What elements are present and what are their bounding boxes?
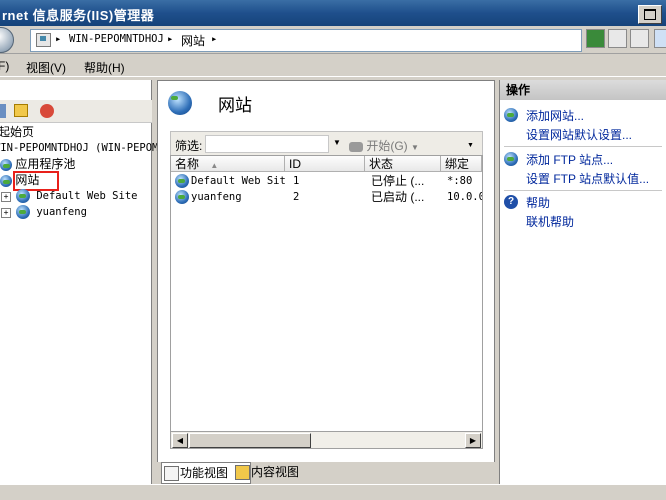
- page-title: 网站: [218, 96, 252, 115]
- filter-bar: 筛选: ▼ 开始(G) ▼ ▼: [170, 131, 483, 157]
- tab-content-view[interactable]: 内容视图: [233, 462, 327, 482]
- ftp-defaults-link[interactable]: 设置 FTP 站点默认值...: [526, 170, 649, 187]
- filter-label: 筛选:: [175, 139, 203, 153]
- disconnect-icon[interactable]: [40, 104, 54, 118]
- scroll-right-icon[interactable]: ▶: [465, 433, 481, 448]
- folder-icon[interactable]: [14, 104, 28, 117]
- menu-file[interactable]: F): [0, 59, 9, 73]
- globe-icon: [16, 189, 30, 203]
- crumb-separator-icon: ▸: [55, 33, 62, 45]
- binoculars-icon: [349, 141, 363, 152]
- globe-icon: [16, 205, 30, 219]
- expand-icon[interactable]: +: [1, 192, 11, 202]
- divider: [504, 146, 662, 147]
- tree-item-label: 起始页: [0, 125, 35, 139]
- expand-icon[interactable]: +: [1, 208, 11, 218]
- scroll-thumb[interactable]: [189, 433, 311, 448]
- sites-table: 名称 ▲ ID 状态 绑定 Default Web Site 1 已停止 (..…: [170, 155, 483, 449]
- sites-panel: 网站 筛选: ▼ 开始(G) ▼ ▼ 名称 ▲ ID 状态 绑定 Default…: [157, 80, 495, 484]
- divider: [504, 190, 662, 191]
- address-bar[interactable]: ▸ WIN-PEPOMNTDHOJ ▸ 网站 ▸: [30, 29, 582, 52]
- column-header-status[interactable]: 状态: [365, 156, 441, 172]
- menu-bar: F) 视图(V) 帮助(H): [0, 55, 666, 77]
- tree-item-default-site[interactable]: + Default Web Site: [0, 188, 137, 204]
- features-view-icon: [164, 466, 179, 481]
- column-header-binding[interactable]: 绑定: [441, 156, 482, 172]
- connections-panel: 起始页 WIN-PEPOMNTDHOJ (WIN-PEPOM 应用程序池 网站 …: [0, 80, 158, 484]
- crumb-sites[interactable]: 网站: [181, 32, 205, 49]
- app-pool-icon: [0, 158, 12, 171]
- help-link[interactable]: 帮助: [526, 194, 550, 211]
- tree-item-label: Default Web Site: [36, 190, 138, 202]
- chevron-down-icon[interactable]: ▼: [331, 135, 343, 151]
- tree-item-app-pools[interactable]: 应用程序池: [0, 156, 75, 172]
- connections-toolbar: [0, 100, 152, 123]
- table-row[interactable]: Default Web Site 1 已停止 (... *:80: [171, 173, 482, 189]
- add-site-link[interactable]: 添加网站...: [526, 107, 584, 124]
- start-button[interactable]: 开始(G) ▼: [349, 137, 419, 154]
- globe-icon: [175, 174, 189, 188]
- actions-panel: 操作 添加网站... 设置网站默认设置... 添加 FTP 站点... 设置 F…: [499, 80, 666, 484]
- chevron-down-icon: ▼: [411, 143, 419, 152]
- address-row: ▸ WIN-PEPOMNTDHOJ ▸ 网站 ▸: [0, 26, 666, 54]
- actions-header: 操作: [500, 80, 666, 100]
- stop-icon[interactable]: [608, 29, 627, 48]
- back-button[interactable]: [0, 27, 14, 53]
- add-ftp-link[interactable]: 添加 FTP 站点...: [526, 151, 613, 168]
- window-title: rnet 信息服务(IIS)管理器: [2, 8, 155, 23]
- crumb-separator-icon: ▸: [211, 33, 218, 45]
- sort-asc-icon: ▲: [210, 161, 219, 170]
- sites-icon: [0, 174, 12, 187]
- home-icon[interactable]: [630, 29, 649, 48]
- start-label: 开始(G): [366, 139, 408, 153]
- tree-item-label: WIN-PEPOMNTDHOJ (WIN-PEPOM: [0, 142, 159, 154]
- column-header-name[interactable]: 名称 ▲: [171, 156, 285, 172]
- crumb-server[interactable]: WIN-PEPOMNTDHOJ: [69, 33, 164, 45]
- crumb-separator-icon: ▸: [167, 33, 174, 45]
- scroll-left-icon[interactable]: ◀: [172, 433, 188, 448]
- view-tabs: 功能视图 内容视图: [157, 462, 495, 484]
- connect-icon[interactable]: [0, 104, 6, 118]
- tree-item-server[interactable]: WIN-PEPOMNTDHOJ (WIN-PEPOM: [0, 140, 158, 156]
- menu-view[interactable]: 视图(V): [26, 59, 66, 76]
- column-header-id[interactable]: ID: [285, 156, 365, 172]
- tree-item-yuanfeng[interactable]: + yuanfeng: [0, 204, 87, 220]
- refresh-icon[interactable]: [586, 29, 605, 48]
- horizontal-scrollbar[interactable]: ◀ ▶: [170, 431, 483, 449]
- sites-header-icon: [168, 91, 194, 117]
- globe-icon: [175, 190, 189, 204]
- help-icon[interactable]: [654, 29, 666, 48]
- help-icon: ?: [504, 195, 518, 209]
- status-bar: [0, 484, 666, 500]
- add-site-icon: [504, 108, 518, 122]
- title-bar: rnet 信息服务(IIS)管理器: [0, 0, 666, 26]
- menu-help[interactable]: 帮助(H): [84, 59, 125, 76]
- maximize-button[interactable]: [638, 5, 662, 24]
- filter-input[interactable]: [205, 135, 329, 153]
- tree-item-label: 应用程序池: [15, 157, 76, 171]
- content-view-icon: [235, 465, 250, 480]
- online-help-link[interactable]: 联机帮助: [526, 213, 574, 230]
- tree-item-label: yuanfeng: [36, 206, 87, 218]
- site-defaults-link[interactable]: 设置网站默认设置...: [526, 126, 632, 143]
- server-icon: [36, 33, 51, 47]
- add-ftp-icon: [504, 152, 518, 166]
- table-row[interactable]: yuanfeng 2 已启动 (... 10.0.0: [171, 189, 482, 205]
- tree-item-start-page[interactable]: 起始页: [0, 124, 34, 140]
- maximize-icon: [644, 9, 656, 20]
